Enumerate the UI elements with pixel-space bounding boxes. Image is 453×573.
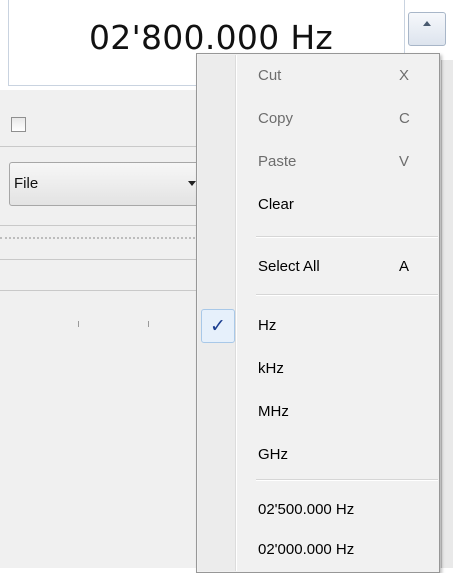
divider: [0, 225, 196, 226]
file-source-dropdown[interactable]: File: [9, 162, 205, 206]
menu-item-shortcut: V: [399, 153, 410, 170]
menu-item-preset-2000[interactable]: 02'000.000 Hz: [199, 531, 437, 569]
menu-item-hz[interactable]: ✓ Hz: [199, 307, 437, 345]
frequency-spin-up-button[interactable]: [408, 12, 446, 46]
menu-item-label: MHz: [258, 403, 289, 420]
slider-track[interactable]: [0, 237, 195, 245]
menu-item-khz[interactable]: kHz: [199, 350, 437, 388]
scale-tick: [78, 321, 79, 327]
menu-item-copy[interactable]: Copy C: [199, 100, 437, 138]
menu-separator: [256, 479, 438, 481]
menu-item-paste[interactable]: Paste V: [199, 143, 437, 181]
menu-item-clear[interactable]: Clear: [199, 186, 437, 224]
menu-item-cut[interactable]: Cut X: [199, 57, 437, 95]
menu-item-mhz[interactable]: MHz: [199, 393, 437, 431]
menu-item-select-all[interactable]: Select All A: [199, 248, 437, 286]
menu-item-label: Hz: [258, 317, 277, 334]
divider: [0, 290, 196, 291]
menu-check-highlight: ✓: [201, 309, 235, 343]
chevron-down-icon: [188, 181, 196, 186]
context-menu: Cut X Copy C Paste V Clear Select All A …: [196, 53, 440, 573]
menu-separator: [256, 294, 438, 296]
option-checkbox[interactable]: [11, 117, 26, 132]
menu-item-label: GHz: [258, 446, 288, 463]
menu-item-label: Cut: [258, 67, 282, 84]
menu-item-preset-2500[interactable]: 02'500.000 Hz: [199, 491, 437, 529]
menu-item-label: Paste: [258, 153, 297, 170]
file-source-dropdown-value: File: [14, 175, 39, 192]
up-arrow-icon: [423, 21, 431, 26]
divider: [0, 146, 196, 147]
menu-item-shortcut: A: [399, 258, 410, 275]
scale-tick: [148, 321, 149, 327]
menu-item-label: kHz: [258, 360, 284, 377]
menu-item-label: Copy: [258, 110, 294, 127]
divider: [0, 259, 196, 260]
scrollbar-strip: [441, 60, 453, 568]
menu-item-label: 02'000.000 Hz: [258, 541, 355, 558]
menu-separator: [256, 236, 438, 238]
frequency-value: 02'800.000 Hz: [89, 18, 334, 57]
menu-item-shortcut: C: [399, 110, 410, 127]
menu-item-ghz[interactable]: GHz: [199, 436, 437, 474]
menu-item-shortcut: X: [399, 67, 410, 84]
menu-item-label: 02'500.000 Hz: [258, 501, 355, 518]
menu-item-label: Select All: [258, 258, 320, 275]
checkmark-icon: ✓: [210, 315, 226, 337]
menu-item-label: Clear: [258, 196, 294, 213]
